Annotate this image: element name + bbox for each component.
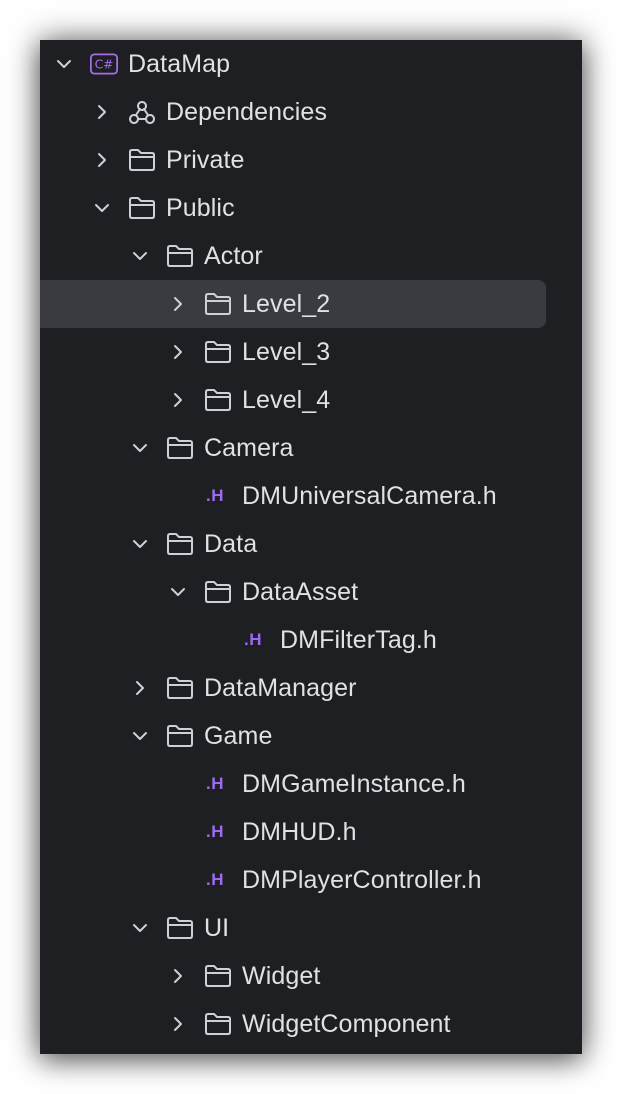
tree-node-item[interactable]: DataManager — [40, 664, 546, 712]
chevron-down-icon[interactable] — [92, 198, 112, 218]
folder-icon — [205, 293, 231, 315]
folder-icon — [167, 533, 193, 555]
folder-icon — [167, 677, 193, 699]
chevron-down-icon[interactable] — [130, 918, 150, 938]
tree-item-label: DMHUD.h — [242, 818, 357, 846]
tree-item-label: DataMap — [128, 50, 231, 78]
tree-item-label: DMGameInstance.h — [242, 770, 466, 798]
tree-item-label: DataManager — [204, 674, 357, 702]
project-tree-panel: C# DataMap Dependencies Private Public Actor L… — [40, 40, 582, 1054]
tree-item-label: Level_2 — [242, 290, 331, 318]
tree-node-item[interactable]: Widget — [40, 952, 546, 1000]
chevron-down-icon[interactable] — [130, 246, 150, 266]
tree-file-item[interactable]: .H DMUniversalCamera.h — [40, 472, 546, 520]
chevron-right-icon[interactable] — [168, 294, 188, 314]
chevron-right-icon[interactable] — [92, 150, 112, 170]
folder-icon — [167, 917, 193, 939]
chevron-down-icon[interactable] — [130, 726, 150, 746]
tree-item-label: Private — [166, 146, 245, 174]
tree-item-label: Camera — [204, 434, 294, 462]
tree-node-item[interactable]: Dependencies — [40, 88, 546, 136]
folder-icon — [205, 341, 231, 363]
chevron-right-icon[interactable] — [168, 390, 188, 410]
chevron-right-icon[interactable] — [130, 678, 150, 698]
tree-node-item[interactable]: UI — [40, 904, 546, 952]
folder-icon — [167, 245, 193, 267]
folder-icon — [129, 149, 155, 171]
folder-icon — [205, 1013, 231, 1035]
tree-file-item[interactable]: .H DMGameInstance.h — [40, 760, 546, 808]
tree-item-label: UI — [204, 914, 230, 942]
header-file-icon: .H — [206, 774, 224, 793]
folder-icon — [205, 389, 231, 411]
tree-item-label: Game — [204, 722, 273, 750]
tree-node-item[interactable]: DataAsset — [40, 568, 546, 616]
folder-icon — [205, 965, 231, 987]
tree-file-item[interactable]: .H DMPlayerController.h — [40, 856, 546, 904]
tree-item-label: Actor — [204, 242, 263, 270]
folder-icon — [167, 437, 193, 459]
tree-node-item[interactable]: Level_3 — [40, 328, 546, 376]
chevron-down-icon[interactable] — [130, 438, 150, 458]
csharp-project-icon: C# — [90, 53, 118, 75]
chevron-down-icon[interactable] — [130, 534, 150, 554]
tree-file-item[interactable]: .H DMFilterTag.h — [40, 616, 546, 664]
chevron-down-icon[interactable] — [54, 54, 74, 74]
tree-file-item[interactable]: .H DMHUD.h — [40, 808, 546, 856]
svg-text:C#: C# — [95, 57, 114, 71]
tree-item-label: DMFilterTag.h — [280, 626, 437, 654]
tree-node-item[interactable]: WidgetComponent — [40, 1000, 546, 1048]
tree-item-label: Data — [204, 530, 258, 558]
tree-node-item[interactable]: Camera — [40, 424, 546, 472]
tree-item-label: Public — [166, 194, 235, 222]
tree-item-label: Widget — [242, 962, 321, 990]
chevron-right-icon[interactable] — [168, 1014, 188, 1034]
chevron-right-icon[interactable] — [168, 966, 188, 986]
folder-icon — [129, 197, 155, 219]
tree-node-item[interactable]: Game — [40, 712, 546, 760]
tree-node-item[interactable]: Public — [40, 184, 546, 232]
header-file-icon: .H — [244, 630, 262, 649]
chevron-down-icon[interactable] — [168, 582, 188, 602]
tree-item-label: WidgetComponent — [242, 1010, 451, 1038]
tree-node-item[interactable]: Level_2 — [40, 280, 546, 328]
tree-item-label: DataAsset — [242, 578, 359, 606]
header-file-icon: .H — [206, 486, 224, 505]
tree-item-label: Level_4 — [242, 386, 331, 414]
dependencies-icon — [129, 101, 155, 124]
tree-node-item[interactable]: C# DataMap — [40, 40, 546, 88]
header-file-icon: .H — [206, 870, 224, 889]
tree-node-item[interactable]: Private — [40, 136, 546, 184]
folder-icon — [205, 581, 231, 603]
tree-item-label: DMPlayerController.h — [242, 866, 482, 894]
folder-icon — [167, 725, 193, 747]
tree-node-item[interactable]: Level_4 — [40, 376, 546, 424]
tree-item-label: Level_3 — [242, 338, 331, 366]
chevron-right-icon[interactable] — [168, 342, 188, 362]
header-file-icon: .H — [206, 822, 224, 841]
tree-node-item[interactable]: Data — [40, 520, 546, 568]
tree-item-label: DMUniversalCamera.h — [242, 482, 497, 510]
tree-node-item[interactable]: Actor — [40, 232, 546, 280]
chevron-right-icon[interactable] — [92, 102, 112, 122]
tree-item-label: Dependencies — [166, 98, 328, 126]
